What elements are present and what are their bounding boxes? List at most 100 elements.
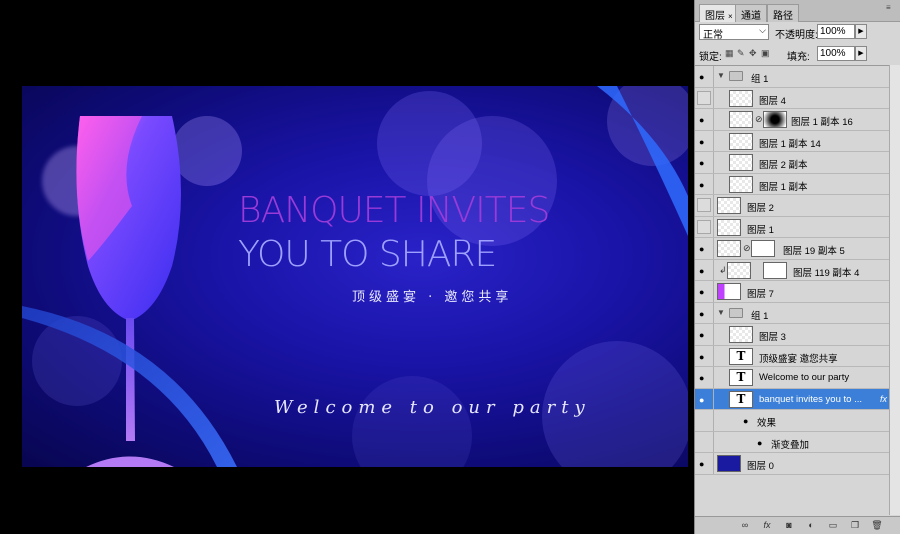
link-icon: ⊘: [755, 114, 763, 124]
eye-icon[interactable]: ●: [743, 416, 753, 426]
visibility-box[interactable]: [697, 219, 711, 234]
tab-paths-label: 路径: [773, 11, 793, 22]
layer-row-selected[interactable]: ● T banquet invites you to ... fx ▲: [695, 388, 900, 410]
layer-effect-item-row[interactable]: ● 渐变叠加: [695, 431, 900, 453]
layer-row[interactable]: ● T Welcome to our party: [695, 367, 900, 389]
eye-icon[interactable]: ●: [757, 438, 767, 448]
layer-row[interactable]: ● ⊘ 图层 19 副本 5: [695, 238, 900, 260]
eye-icon[interactable]: ●: [699, 459, 709, 469]
layer-thumbnail: [729, 326, 753, 343]
layer-thumbnail: [717, 283, 741, 300]
mask-thumbnail: [763, 261, 787, 279]
eye-icon[interactable]: ●: [699, 266, 709, 276]
lock-image-icon[interactable]: ✎: [737, 48, 745, 59]
mask-icon[interactable]: ◙: [783, 520, 795, 531]
tab-layers[interactable]: 图层 ×: [699, 4, 739, 22]
link-icon: ⊘: [743, 243, 751, 253]
layer-row[interactable]: ● 图层 0: [695, 453, 900, 475]
eye-icon[interactable]: ●: [699, 72, 709, 82]
opacity-arrow-icon[interactable]: ▶: [855, 24, 867, 39]
layer-thumbnail: [729, 132, 753, 150]
lock-options-row: 锁定: ▦ ✎ ✥ ▣ 填充: 100% ▶: [697, 46, 897, 64]
expand-triangle-icon[interactable]: ▼: [717, 308, 725, 317]
close-icon[interactable]: ×: [728, 12, 733, 21]
layer-thumbnail: [729, 154, 753, 171]
eye-icon[interactable]: ●: [699, 244, 709, 254]
layer-row[interactable]: 图层 4: [695, 87, 900, 109]
layer-list: ● ▼ 组 1 图层 4 ● ⊘ 图层 1 副本 16 ● 图层 1 副本 14…: [695, 65, 900, 515]
layer-name: 组 1: [751, 74, 769, 85]
layer-row[interactable]: ● 图层 1 副本 14: [695, 130, 900, 152]
blend-options-row: 正常 ⌵ 不透明度: 100% ▶: [697, 24, 897, 42]
text-layer-icon: T: [729, 390, 753, 408]
tagline-chinese: 顶级盛宴 · 邀您共享: [352, 290, 513, 305]
lock-all-icon[interactable]: ▣: [761, 48, 770, 59]
layer-row[interactable]: 图层 2: [695, 195, 900, 217]
glass-stem: [126, 318, 135, 441]
layer-row[interactable]: ● 图层 1 副本: [695, 173, 900, 195]
layer-row[interactable]: ● ▼ 组 1: [695, 66, 900, 88]
lock-position-icon[interactable]: ✥: [749, 48, 757, 59]
mask-thumbnail: [763, 111, 787, 128]
new-layer-icon[interactable]: ❐: [849, 520, 861, 531]
ribbon-right: [597, 86, 688, 236]
eye-icon[interactable]: ●: [699, 287, 709, 297]
tab-paths[interactable]: 路径: [767, 4, 799, 22]
layer-list-scrollbar[interactable]: [889, 65, 900, 515]
layer-name: 图层 7: [747, 289, 774, 300]
headline-line-2: YOU TO SHARE: [238, 234, 497, 275]
eye-icon[interactable]: ●: [699, 115, 709, 125]
eye-icon[interactable]: ●: [699, 309, 709, 319]
eye-icon[interactable]: ●: [699, 395, 709, 405]
layer-thumbnail: [717, 240, 741, 257]
layer-name: 图层 2: [747, 203, 774, 214]
visibility-box[interactable]: [697, 90, 711, 105]
layer-effects-row[interactable]: ● 效果: [695, 410, 900, 432]
opacity-label: 不透明度:: [775, 30, 818, 41]
gradient-overlay-label: 渐变叠加: [771, 439, 810, 451]
fx-icon[interactable]: fx: [761, 520, 773, 531]
layer-name: 图层 119 副本 4: [793, 267, 860, 279]
headline-line-1: BANQUET INVITES: [238, 190, 550, 231]
expand-triangle-icon[interactable]: ▼: [717, 71, 725, 80]
visibility-box[interactable]: [697, 198, 711, 212]
eye-icon[interactable]: ●: [699, 330, 709, 340]
eye-icon[interactable]: ●: [699, 352, 709, 362]
layer-row[interactable]: ● 图层 3: [695, 324, 900, 346]
layer-name: 图层 1 副本 16: [791, 117, 853, 128]
lock-transparent-icon[interactable]: ▦: [725, 48, 734, 59]
layer-thumbnail: [727, 261, 751, 279]
fill-input[interactable]: 100%: [817, 46, 855, 61]
eye-icon[interactable]: ●: [699, 158, 709, 168]
eye-icon[interactable]: ●: [699, 373, 709, 383]
blend-mode-select[interactable]: 正常 ⌵: [699, 24, 769, 41]
layer-row[interactable]: 图层 1: [695, 216, 900, 238]
artwork-canvas[interactable]: BANQUET INVITES YOU TO SHARE 顶级盛宴 · 邀您共享…: [22, 86, 688, 467]
layer-row[interactable]: ● T 顶级盛宴 邀您共享: [695, 345, 900, 367]
layer-row[interactable]: ● ↲ 图层 119 副本 4: [695, 259, 900, 281]
trash-icon[interactable]: 🗑: [871, 520, 883, 531]
fx-badge[interactable]: fx: [880, 394, 887, 404]
mask-thumbnail: [751, 240, 775, 257]
panel-menu-icon[interactable]: ≡: [886, 3, 896, 15]
group-icon[interactable]: ▭: [827, 520, 839, 531]
adjustment-icon[interactable]: ◐: [805, 520, 817, 531]
document-canvas-area[interactable]: BANQUET INVITES YOU TO SHARE 顶级盛宴 · 邀您共享…: [0, 0, 694, 534]
layer-row[interactable]: ● 图层 7: [695, 281, 900, 303]
layer-thumbnail: [729, 89, 753, 107]
opacity-input[interactable]: 100%: [817, 24, 855, 39]
blend-mode-value: 正常: [703, 30, 723, 41]
eye-icon[interactable]: ●: [699, 180, 709, 190]
tab-channels[interactable]: 通道: [735, 4, 767, 22]
layer-thumbnail: [729, 111, 753, 128]
eye-icon[interactable]: ●: [699, 137, 709, 147]
layer-row[interactable]: ● 图层 2 副本: [695, 152, 900, 174]
fill-arrow-icon[interactable]: ▶: [855, 46, 867, 61]
link-icon[interactable]: ∞: [739, 520, 751, 531]
fill-label: 填充:: [787, 52, 810, 63]
layer-name: banquet invites you to ...: [759, 393, 862, 405]
layer-name: 图层 3: [759, 332, 786, 343]
layer-name: 图层 19 副本 5: [783, 246, 845, 257]
layer-row[interactable]: ● ▼ 组 1: [695, 302, 900, 324]
layer-row[interactable]: ● ⊘ 图层 1 副本 16: [695, 109, 900, 131]
